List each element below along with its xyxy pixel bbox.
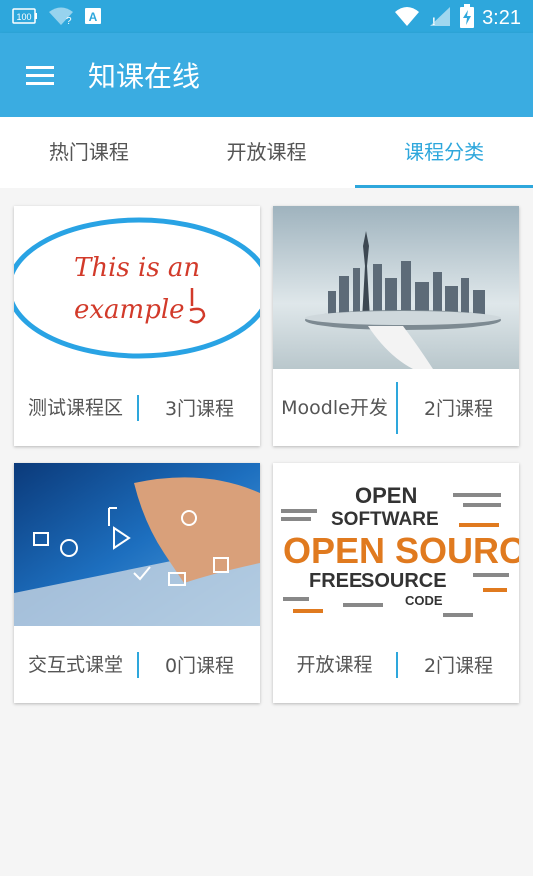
signal-icon: ! — [428, 5, 452, 31]
category-card-moodle[interactable]: Moodle开发 2门课程 — [273, 206, 519, 446]
category-footer: 交互式课堂 0门课程 — [14, 626, 260, 703]
city-on-tray-photo — [273, 206, 519, 369]
course-count: 2门课程 — [423, 398, 494, 420]
category-card-test[interactable]: This is an example 测试课程区 3门课程 — [14, 206, 260, 446]
svg-text:SOURCE: SOURCE — [361, 570, 447, 592]
svg-text:?: ? — [66, 16, 72, 26]
app-bar: 知课在线 — [0, 33, 533, 117]
tablet-touch-photo — [14, 463, 260, 626]
tab-indicator — [355, 185, 533, 188]
svg-text:This is an: This is an — [74, 253, 200, 283]
open-source-wordcloud: OPEN SOFTWARE OPEN SOURCE FREE SOURCE CO… — [273, 463, 519, 626]
svg-text:FREE: FREE — [309, 570, 362, 592]
status-bar: 100 ? A ! 3:21 — [0, 0, 533, 33]
app-title: 知课在线 — [88, 60, 201, 93]
svg-text:example: example — [74, 295, 185, 325]
category-card-open[interactable]: OPEN SOFTWARE OPEN SOURCE FREE SOURCE CO… — [273, 463, 519, 703]
hamburger-menu-icon[interactable] — [22, 60, 58, 90]
tab-label: 热门课程 — [48, 140, 129, 164]
svg-text:OPEN: OPEN — [355, 483, 417, 508]
category-name: Moodle开发 — [281, 396, 388, 419]
clock: 3:21 — [482, 6, 521, 29]
tab-label: 开放课程 — [226, 140, 307, 164]
tab-course-categories[interactable]: 课程分类 — [355, 117, 533, 188]
svg-text:!: ! — [432, 16, 436, 27]
category-card-interactive[interactable]: 交互式课堂 0门课程 — [14, 463, 260, 703]
svg-text:SOFTWARE: SOFTWARE — [331, 509, 439, 530]
course-count: 3门课程 — [164, 398, 235, 420]
tab-label: 课程分类 — [404, 140, 485, 164]
category-footer: 测试课程区 3门课程 — [14, 369, 260, 446]
category-name: 测试课程区 — [27, 396, 123, 419]
tab-bar: 热门课程 开放课程 课程分类 — [0, 117, 533, 188]
handwriting-example-icon: This is an example — [14, 206, 260, 369]
course-count: 2门课程 — [423, 655, 494, 677]
category-footer: Moodle开发 2门课程 — [273, 369, 519, 446]
wifi-question-icon: ? — [48, 6, 74, 30]
course-count: 0门课程 — [164, 655, 235, 677]
battery-charging-icon — [460, 4, 475, 32]
svg-text:CODE: CODE — [405, 593, 443, 608]
category-footer: 开放课程 2门课程 — [273, 626, 519, 703]
notification-a-icon: A — [84, 7, 102, 29]
category-name: 交互式课堂 — [27, 653, 123, 676]
wifi-icon — [394, 5, 420, 31]
svg-text:OPEN SOURCE: OPEN SOURCE — [283, 530, 519, 571]
category-name: 开放课程 — [296, 653, 373, 676]
svg-text:A: A — [89, 10, 98, 24]
tab-open-courses[interactable]: 开放课程 — [178, 117, 356, 188]
svg-text:100: 100 — [16, 12, 31, 22]
tab-hot-courses[interactable]: 热门课程 — [0, 117, 178, 188]
battery-saver-icon: 100 — [12, 7, 38, 29]
